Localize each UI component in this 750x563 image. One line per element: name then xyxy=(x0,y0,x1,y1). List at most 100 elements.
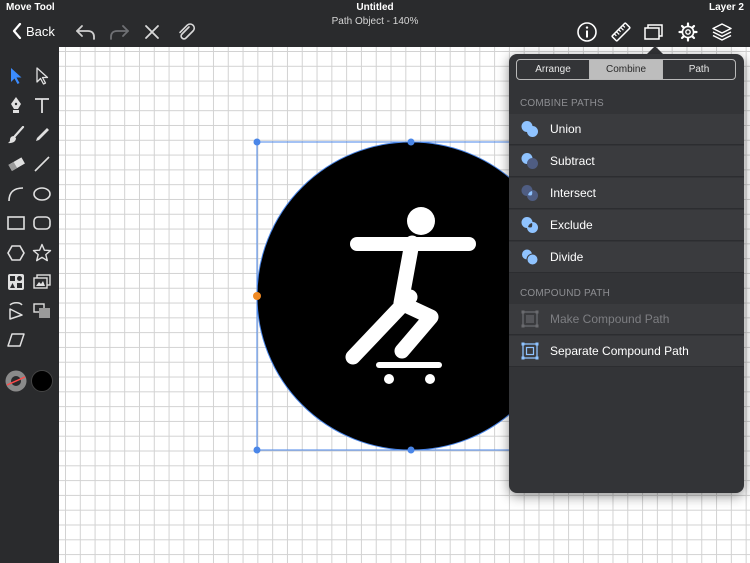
line-icon xyxy=(34,156,50,172)
selection-handle xyxy=(253,138,261,146)
combine-paths-header: COMBINE PATHS xyxy=(520,98,604,109)
close-icon xyxy=(145,25,159,39)
tab-path[interactable]: Path xyxy=(663,60,735,79)
separate-compound-path-label: Separate Compound Path xyxy=(550,344,689,358)
selection-handle xyxy=(407,138,415,146)
text-tool[interactable] xyxy=(29,93,55,117)
subtract-label: Subtract xyxy=(550,154,595,168)
info-button[interactable] xyxy=(574,20,600,44)
exclude-menu-item[interactable]: Exclude xyxy=(509,210,744,241)
pen-icon xyxy=(11,97,21,113)
separate-compound-path-icon xyxy=(520,341,540,361)
top-bar: Move Tool Layer 2 Untitled Path Object -… xyxy=(0,0,750,47)
back-label: Back xyxy=(26,23,55,39)
divide-icon xyxy=(520,247,540,267)
skew-tool[interactable] xyxy=(3,328,29,352)
make-compound-path-menu-item[interactable]: Make Compound Path xyxy=(509,304,744,335)
arrange-button[interactable] xyxy=(641,20,667,44)
ellipse-icon xyxy=(33,187,51,201)
info-icon xyxy=(577,22,597,42)
polygon-tool[interactable] xyxy=(3,241,29,265)
rectangle-tool[interactable] xyxy=(3,211,29,235)
star-icon xyxy=(32,243,52,262)
document-title: Untitled xyxy=(356,2,394,13)
image-icon xyxy=(33,274,51,289)
rounded-rectangle-icon xyxy=(33,216,51,230)
intersect-menu-item[interactable]: Intersect xyxy=(509,178,744,209)
crop-tool[interactable] xyxy=(29,299,55,323)
brush-tool[interactable] xyxy=(3,123,29,147)
settings-button[interactable] xyxy=(675,20,701,44)
select-arrow-icon xyxy=(11,68,22,84)
selection-handle xyxy=(407,446,415,454)
paperclip-icon xyxy=(179,23,196,40)
union-label: Union xyxy=(550,122,582,136)
back-button[interactable]: Back xyxy=(12,20,55,42)
line-tool[interactable] xyxy=(29,152,55,176)
layers-icon xyxy=(712,23,732,41)
rounded-rectangle-tool[interactable] xyxy=(29,211,55,235)
eraser-tool[interactable] xyxy=(3,152,29,176)
undo-icon xyxy=(76,25,95,40)
redo-icon xyxy=(110,25,129,40)
separate-compound-path-menu-item[interactable]: Separate Compound Path xyxy=(509,336,744,367)
intersect-icon xyxy=(520,183,540,203)
select-tool[interactable] xyxy=(3,64,29,88)
crop-icon xyxy=(33,303,50,318)
subtract-icon xyxy=(520,151,540,171)
transform-icon xyxy=(9,302,23,320)
chevron-left-icon xyxy=(12,23,22,39)
current-layer-label[interactable]: Layer 2 xyxy=(709,2,744,13)
stroke-color-icon xyxy=(5,370,27,392)
hexagon-icon xyxy=(7,245,25,261)
tab-arrange[interactable]: Arrange xyxy=(517,60,590,79)
arc-tool[interactable] xyxy=(3,182,29,206)
tab-combine[interactable]: Combine xyxy=(590,60,663,79)
divide-label: Divide xyxy=(550,250,584,264)
make-compound-path-icon xyxy=(520,309,540,329)
combine-popover: Arrange Combine Path COMBINE PATHS Union… xyxy=(509,54,744,493)
exclude-icon xyxy=(520,215,540,235)
ellipse-tool[interactable] xyxy=(29,182,55,206)
pencil-icon xyxy=(36,128,49,141)
redo-button[interactable] xyxy=(106,20,132,44)
union-menu-item[interactable]: Union xyxy=(509,114,744,145)
current-tool-label: Move Tool xyxy=(6,2,55,13)
close-button[interactable] xyxy=(139,20,165,44)
layers-button[interactable] xyxy=(709,20,735,44)
brush-icon xyxy=(8,126,25,144)
arc-icon xyxy=(8,187,24,202)
pen-tool[interactable] xyxy=(3,93,29,117)
compound-path-header: COMPOUND PATH xyxy=(520,288,611,299)
selection-handle xyxy=(253,446,261,454)
direct-select-icon xyxy=(36,67,49,85)
direct-select-tool[interactable] xyxy=(29,64,55,88)
subtract-menu-item[interactable]: Subtract xyxy=(509,146,744,177)
exclude-label: Exclude xyxy=(550,218,593,232)
eraser-icon xyxy=(8,157,25,171)
stroke-color-well[interactable] xyxy=(3,369,29,393)
rectangle-icon xyxy=(7,216,25,230)
make-compound-path-label: Make Compound Path xyxy=(550,312,670,326)
ruler-icon xyxy=(611,22,631,42)
fill-color-well[interactable] xyxy=(29,369,55,393)
text-icon xyxy=(35,98,49,113)
skew-icon xyxy=(7,333,25,347)
ruler-button[interactable] xyxy=(608,20,634,44)
transform-tool[interactable] xyxy=(3,299,29,323)
attach-button[interactable] xyxy=(173,20,199,44)
gear-icon xyxy=(678,22,698,42)
shapes-library-tool[interactable] xyxy=(3,270,29,294)
fill-color-icon xyxy=(31,370,53,392)
anchor-point-handle xyxy=(253,292,261,300)
pencil-tool[interactable] xyxy=(29,123,55,147)
popover-segmented-control: Arrange Combine Path xyxy=(516,59,736,80)
union-icon xyxy=(520,119,540,139)
tool-palette xyxy=(0,47,59,563)
divide-menu-item[interactable]: Divide xyxy=(509,242,744,273)
undo-button[interactable] xyxy=(73,20,99,44)
image-tool[interactable] xyxy=(29,270,55,294)
grid-shapes-icon xyxy=(8,274,24,290)
star-tool[interactable] xyxy=(29,241,55,265)
arrange-icon xyxy=(644,24,663,40)
